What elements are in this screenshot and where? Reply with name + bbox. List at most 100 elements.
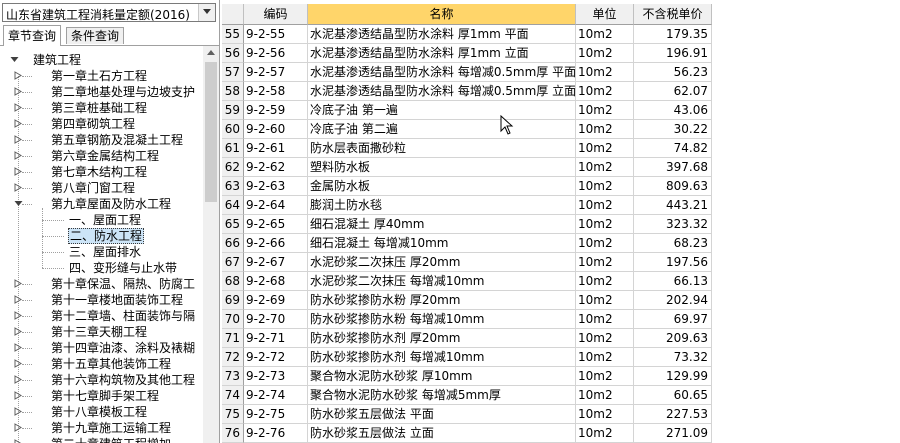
code-cell[interactable]: 9-2-72 — [244, 348, 308, 367]
name-cell[interactable]: 水泥基渗透结晶型防水涂料 厚1mm 平面 — [308, 25, 576, 44]
minus-box-icon[interactable] — [14, 199, 23, 208]
table-row[interactable]: 76 9-2-76 防水砂浆五层做法 立面 10m2 271.09 — [222, 424, 712, 443]
unit-cell[interactable]: 10m2 — [576, 82, 634, 101]
table-row[interactable]: 61 9-2-61 防水层表面撒砂粒 10m2 74.82 — [222, 139, 712, 158]
tree-scrollbar[interactable] — [203, 46, 219, 443]
code-cell[interactable]: 9-2-63 — [244, 177, 308, 196]
price-cell[interactable]: 30.22 — [634, 120, 712, 139]
row-number-cell[interactable]: 62 — [222, 158, 244, 177]
name-cell[interactable]: 防水砂浆掺防水粉 每增减10mm — [308, 310, 576, 329]
price-cell[interactable]: 443.21 — [634, 196, 712, 215]
plus-box-icon[interactable] — [14, 119, 23, 128]
price-cell[interactable]: 43.06 — [634, 101, 712, 120]
plus-box-icon[interactable] — [14, 183, 23, 192]
unit-cell[interactable]: 10m2 — [576, 158, 634, 177]
header-name[interactable]: 名称 — [308, 4, 576, 25]
tree-node[interactable]: 四、变形缝与止水带 — [68, 260, 178, 276]
tree-node[interactable]: 第二章地基处理与边坡支护 — [50, 84, 196, 100]
plus-box-icon[interactable] — [14, 135, 23, 144]
unit-cell[interactable]: 10m2 — [576, 120, 634, 139]
row-number-cell[interactable]: 69 — [222, 291, 244, 310]
price-cell[interactable]: 74.82 — [634, 139, 712, 158]
row-number-cell[interactable]: 65 — [222, 215, 244, 234]
plus-box-icon[interactable] — [14, 279, 23, 288]
row-number-cell[interactable]: 61 — [222, 139, 244, 158]
unit-cell[interactable]: 10m2 — [576, 424, 634, 443]
row-number-cell[interactable]: 74 — [222, 386, 244, 405]
header-unit[interactable]: 单位 — [576, 4, 634, 25]
tree-node[interactable]: 一、屋面工程 — [68, 212, 142, 228]
plus-box-icon[interactable] — [14, 71, 23, 80]
table-row[interactable]: 72 9-2-72 防水砂浆掺防水剂 每增减10mm 10m2 73.32 — [222, 348, 712, 367]
name-cell[interactable]: 塑料防水板 — [308, 158, 576, 177]
table-row[interactable]: 55 9-2-55 水泥基渗透结晶型防水涂料 厚1mm 平面 10m2 179.35 — [222, 25, 712, 44]
name-cell[interactable]: 防水层表面撒砂粒 — [308, 139, 576, 158]
price-cell[interactable]: 129.99 — [634, 367, 712, 386]
tree-node[interactable]: 第一章土石方工程 — [50, 68, 148, 84]
tree-node[interactable]: 第十四章油漆、涂料及裱糊 — [50, 340, 196, 356]
table-row[interactable]: 70 9-2-70 防水砂浆掺防水粉 每增减10mm 10m2 69.97 — [222, 310, 712, 329]
table-row[interactable]: 68 9-2-68 水泥砂浆二次抹压 每增减10mm 10m2 66.13 — [222, 272, 712, 291]
plus-box-icon[interactable] — [14, 103, 23, 112]
name-cell[interactable]: 水泥砂浆二次抹压 每增减10mm — [308, 272, 576, 291]
tree-node[interactable]: 三、屋面排水 — [68, 244, 142, 260]
row-number-cell[interactable]: 76 — [222, 424, 244, 443]
plus-box-icon[interactable] — [14, 311, 23, 320]
tree-node[interactable]: 第十三章天棚工程 — [50, 324, 148, 340]
code-cell[interactable]: 9-2-55 — [244, 25, 308, 44]
header-price[interactable]: 不含税单价 — [634, 4, 712, 25]
code-cell[interactable]: 9-2-69 — [244, 291, 308, 310]
unit-cell[interactable]: 10m2 — [576, 405, 634, 424]
unit-cell[interactable]: 10m2 — [576, 177, 634, 196]
plus-box-icon[interactable] — [14, 359, 23, 368]
name-cell[interactable]: 防水砂浆五层做法 立面 — [308, 424, 576, 443]
price-cell[interactable]: 809.63 — [634, 177, 712, 196]
price-cell[interactable]: 73.32 — [634, 348, 712, 367]
row-number-cell[interactable]: 56 — [222, 44, 244, 63]
table-row[interactable]: 66 9-2-66 细石混凝土 每增减10mm 10m2 68.23 — [222, 234, 712, 253]
row-number-cell[interactable]: 60 — [222, 120, 244, 139]
table-row[interactable]: 74 9-2-74 聚合物水泥防水砂浆 每增减5mm厚 10m2 60.65 — [222, 386, 712, 405]
row-number-cell[interactable]: 75 — [222, 405, 244, 424]
row-number-cell[interactable]: 68 — [222, 272, 244, 291]
table-row[interactable]: 58 9-2-58 水泥基渗透结晶型防水涂料 每增减0.5mm厚 立面 10m2 62.… — [222, 82, 712, 101]
table-row[interactable]: 75 9-2-75 防水砂浆五层做法 平面 10m2 227.53 — [222, 405, 712, 424]
name-cell[interactable]: 水泥基渗透结晶型防水涂料 厚1mm 立面 — [308, 44, 576, 63]
unit-cell[interactable]: 10m2 — [576, 386, 634, 405]
name-cell[interactable]: 防水砂浆掺防水剂 厚20mm — [308, 329, 576, 348]
tree-node[interactable]: 第十七章脚手架工程 — [50, 388, 160, 404]
tree-node[interactable]: 第十九章施工运输工程 — [50, 420, 172, 436]
plus-box-icon[interactable] — [14, 295, 23, 304]
name-cell[interactable]: 冷底子油 第一遍 — [308, 101, 576, 120]
header-row-number[interactable] — [222, 4, 244, 25]
plus-box-icon[interactable] — [14, 439, 23, 443]
name-cell[interactable]: 水泥基渗透结晶型防水涂料 每增减0.5mm厚 平面 — [308, 63, 576, 82]
name-cell[interactable]: 细石混凝土 每增减10mm — [308, 234, 576, 253]
row-number-cell[interactable]: 66 — [222, 234, 244, 253]
price-cell[interactable]: 227.53 — [634, 405, 712, 424]
row-number-cell[interactable]: 71 — [222, 329, 244, 348]
price-cell[interactable]: 60.65 — [634, 386, 712, 405]
code-cell[interactable]: 9-2-67 — [244, 253, 308, 272]
unit-cell[interactable]: 10m2 — [576, 367, 634, 386]
plus-box-icon[interactable] — [14, 87, 23, 96]
row-number-cell[interactable]: 63 — [222, 177, 244, 196]
price-cell[interactable]: 197.56 — [634, 253, 712, 272]
price-cell[interactable]: 69.97 — [634, 310, 712, 329]
unit-cell[interactable]: 10m2 — [576, 291, 634, 310]
table-row[interactable]: 67 9-2-67 水泥砂浆二次抹压 厚20mm 10m2 197.56 — [222, 253, 712, 272]
price-cell[interactable]: 397.68 — [634, 158, 712, 177]
table-row[interactable]: 62 9-2-62 塑料防水板 10m2 397.68 — [222, 158, 712, 177]
plus-box-icon[interactable] — [14, 407, 23, 416]
row-number-cell[interactable]: 72 — [222, 348, 244, 367]
code-cell[interactable]: 9-2-62 — [244, 158, 308, 177]
tree-node[interactable]: 第九章屋面及防水工程 — [50, 196, 172, 212]
price-cell[interactable]: 209.63 — [634, 329, 712, 348]
unit-cell[interactable]: 10m2 — [576, 272, 634, 291]
tree-node[interactable]: 建筑工程 — [32, 52, 82, 68]
name-cell[interactable]: 水泥砂浆二次抹压 厚20mm — [308, 253, 576, 272]
table-row[interactable]: 60 9-2-60 冷底子油 第二遍 10m2 30.22 — [222, 120, 712, 139]
dataset-select[interactable]: 山东省建筑工程消耗量定额(2016) — [2, 3, 216, 22]
price-cell[interactable]: 56.23 — [634, 63, 712, 82]
tree-node[interactable]: 第十二章墙、柱面装饰与隔 — [50, 308, 196, 324]
